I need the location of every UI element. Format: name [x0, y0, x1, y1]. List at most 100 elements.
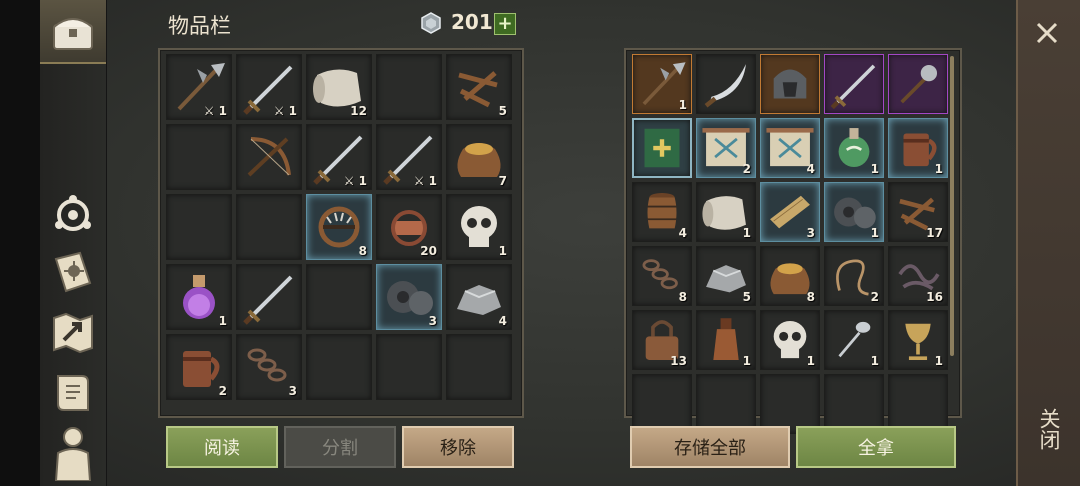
inventory-slot[interactable]: 7 — [446, 124, 512, 190]
storage-slot[interactable]: 1 — [632, 54, 692, 114]
inventory-slot[interactable] — [306, 264, 372, 330]
inventory-slot[interactable]: 2 — [166, 334, 232, 400]
item-count: 1 — [934, 162, 943, 176]
storage-slot[interactable]: 1 — [888, 310, 948, 370]
item-count: 1 — [742, 226, 751, 240]
storage-slot[interactable] — [824, 54, 884, 114]
inventory-slot[interactable] — [166, 194, 232, 260]
item-count: 1 — [742, 354, 751, 368]
storage-slot[interactable] — [760, 374, 820, 434]
inventory-slot[interactable]: ⚔ 1 — [376, 124, 442, 190]
inventory-slot[interactable]: ⚔ 1 — [306, 124, 372, 190]
storage-slot[interactable]: 1 — [696, 182, 756, 242]
storage-slot[interactable]: 2 — [696, 118, 756, 178]
storage-slot[interactable]: 8 — [760, 246, 820, 306]
storage-slot[interactable]: 1 — [696, 310, 756, 370]
storage-slot[interactable] — [696, 374, 756, 434]
split-button[interactable]: 分割 — [284, 426, 396, 468]
storage-slot[interactable]: 1 — [824, 118, 884, 178]
item-count: 20 — [420, 244, 437, 258]
storage-slot[interactable]: 16 — [888, 246, 948, 306]
inventory-slot[interactable]: 4 — [446, 264, 512, 330]
map-icon[interactable] — [47, 308, 99, 358]
item-count: 2 — [870, 290, 879, 304]
storage-slot[interactable]: 1 — [888, 118, 948, 178]
item-count: 16 — [926, 290, 943, 304]
storage-slot[interactable]: 4 — [632, 182, 692, 242]
storage-slot[interactable]: 13 — [632, 310, 692, 370]
inventory-slot[interactable] — [166, 124, 232, 190]
item-count: 12 — [350, 104, 367, 118]
scimitar-icon — [704, 64, 746, 108]
recipe-book-icon[interactable] — [47, 247, 99, 297]
item-count: ⚔ 1 — [203, 104, 227, 118]
item-count: 17 — [926, 226, 943, 240]
storage-slot[interactable]: 2 — [824, 246, 884, 306]
game-screen: 物品栏 201 + ⚔ 1 ⚔ 1 12 5 ⚔ 1 ⚔ 1 7 8 20 1 1 3 4 2 3 阅读 分… — [0, 0, 1080, 486]
close-label[interactable]: 关闭 — [1034, 408, 1062, 450]
item-count: 4 — [498, 314, 507, 328]
helmet-icon — [773, 69, 807, 99]
storage-slot[interactable] — [760, 54, 820, 114]
sword-icon — [830, 64, 876, 110]
item-count: 3 — [288, 384, 297, 398]
inventory-slot[interactable]: 1 — [446, 194, 512, 260]
storage-slot[interactable]: 17 — [888, 182, 948, 242]
item-count: 1 — [870, 226, 879, 240]
inventory-slot[interactable] — [376, 54, 442, 120]
item-count: 3 — [428, 314, 437, 328]
storage-slot[interactable]: 8 — [632, 246, 692, 306]
storage-slot[interactable] — [696, 54, 756, 114]
storage-slot[interactable]: 3 — [760, 182, 820, 242]
storage-slot[interactable]: 1 — [824, 182, 884, 242]
crossbow-icon — [247, 137, 291, 177]
inventory-slot[interactable] — [236, 264, 302, 330]
item-count: 13 — [670, 354, 687, 368]
inventory-slot[interactable]: 1 — [166, 264, 232, 330]
item-count: 5 — [498, 104, 507, 118]
storage-slot[interactable]: 4 — [760, 118, 820, 178]
item-count: 8 — [358, 244, 367, 258]
inventory-slot[interactable]: 12 — [306, 54, 372, 120]
inventory-slot[interactable]: 8 — [306, 194, 372, 260]
inventory-slot[interactable] — [236, 194, 302, 260]
storage-slot[interactable] — [824, 374, 884, 434]
storage-slot[interactable] — [888, 54, 948, 114]
close-icon[interactable] — [1030, 16, 1064, 50]
chest-icon[interactable] — [47, 6, 99, 56]
storage-slot[interactable]: 1 — [760, 310, 820, 370]
storage-slot[interactable] — [632, 374, 692, 434]
inventory-slot[interactable] — [376, 334, 442, 400]
compass-icon[interactable] — [47, 190, 99, 240]
item-count: 2 — [742, 162, 751, 176]
storage-slot[interactable]: 5 — [696, 246, 756, 306]
scroll-icon[interactable] — [47, 368, 99, 418]
storage-slot[interactable] — [632, 118, 692, 178]
item-count: 3 — [806, 226, 815, 240]
sword-icon — [243, 275, 293, 325]
inventory-slot[interactable] — [306, 334, 372, 400]
inventory-slot[interactable] — [446, 334, 512, 400]
item-count: 5 — [742, 290, 751, 304]
storage-slot[interactable] — [888, 374, 948, 434]
inventory-slot[interactable]: 3 — [236, 334, 302, 400]
screen-edge — [0, 0, 40, 486]
storage-scrollbar[interactable] — [950, 56, 954, 356]
take-all-button[interactable]: 全拿 — [796, 426, 956, 468]
store-all-button[interactable]: 存储全部 — [630, 426, 790, 468]
item-count: 4 — [806, 162, 815, 176]
storage-grid: 1 2 4 1 1 4 1 3 1 17 8 5 8 2 16 13 1 1 1 1 — [632, 54, 948, 434]
add-currency-button[interactable]: + — [494, 13, 516, 35]
inventory-slot[interactable]: 20 — [376, 194, 442, 260]
inventory-slot[interactable]: ⚔ 1 — [236, 54, 302, 120]
remove-button[interactable]: 移除 — [402, 426, 514, 468]
character-icon[interactable] — [47, 427, 99, 481]
inventory-slot[interactable]: ⚔ 1 — [166, 54, 232, 120]
storage-slot[interactable]: 1 — [824, 310, 884, 370]
inventory-slot[interactable]: 3 — [376, 264, 442, 330]
item-count: 2 — [218, 384, 227, 398]
inventory-slot[interactable]: 5 — [446, 54, 512, 120]
inventory-slot[interactable] — [236, 124, 302, 190]
item-count: 1 — [934, 354, 943, 368]
read-button[interactable]: 阅读 — [166, 426, 278, 468]
